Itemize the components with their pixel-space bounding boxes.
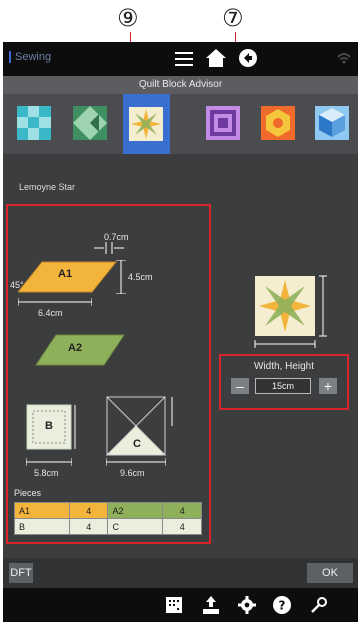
wifi-icon: [337, 53, 351, 64]
piece-a2-label: A2: [68, 342, 83, 354]
app-name[interactable]: Sewing: [9, 51, 51, 63]
a1-width-arrow: [18, 298, 92, 306]
back-icon[interactable]: [239, 49, 257, 67]
piece-key: A2: [107, 502, 164, 519]
piece-key: A1: [14, 502, 70, 519]
b-width-arrow: [26, 458, 72, 466]
a1-height-arrow: [116, 260, 126, 294]
block-selector: [3, 94, 358, 154]
piece-key: B: [14, 518, 70, 535]
action-bar: DFT OK: [3, 558, 358, 588]
piece-count: 4: [162, 518, 202, 535]
stitch-pattern-icon[interactable]: [166, 597, 182, 613]
upload-icon[interactable]: [203, 596, 219, 614]
angle-label: 45°: [10, 280, 24, 290]
table-row: B 4 C 4: [14, 518, 202, 535]
size-label: Width, Height: [253, 361, 315, 372]
c-width-label: 9.6cm: [120, 468, 145, 478]
taskbar: ?: [3, 588, 358, 622]
window-title: Quilt Block Advisor: [3, 76, 358, 94]
tools-icon[interactable]: [310, 596, 328, 614]
size-control-frame: Width, Height – 15cm +: [219, 354, 349, 410]
top-width-label: 0.7cm: [104, 232, 129, 242]
a1-width-label: 6.4cm: [38, 308, 63, 318]
size-decrease-button[interactable]: –: [231, 378, 249, 394]
piece-diagram-frame: A1 45° 0.7cm 4.5cm 6.4cm A2 B 5.8cm C 9.…: [6, 204, 211, 544]
piece-a1-label: A1: [58, 268, 73, 280]
piece-count: 4: [162, 502, 202, 519]
main-panel: Lemoyne Star A1 45° 0.7cm 4.5cm 6.4cm A2…: [3, 154, 358, 558]
piece-c-label: C: [133, 438, 141, 450]
piece-count: 4: [68, 518, 109, 535]
home-icon[interactable]: [206, 49, 226, 67]
dft-button[interactable]: DFT: [9, 563, 33, 583]
piece-key: C: [107, 518, 164, 535]
settings-icon[interactable]: [238, 596, 256, 614]
block-preview: [254, 275, 327, 348]
b-width-label: 5.8cm: [34, 468, 59, 478]
block-tumbling-blocks[interactable]: [315, 106, 349, 140]
top-width-arrows: [94, 242, 124, 254]
block-log-cabin[interactable]: [206, 106, 240, 140]
callout-9: ⑨: [117, 4, 139, 32]
piece-count: 4: [68, 502, 109, 519]
help-icon[interactable]: ?: [273, 596, 291, 614]
ok-button[interactable]: OK: [307, 563, 353, 583]
svg-text:?: ?: [279, 599, 286, 613]
piece-b-label: B: [45, 420, 53, 432]
device-screen: Sewing Quilt Block Advisor Lemoyne Star …: [3, 42, 358, 622]
pieces-label: Pieces: [14, 488, 42, 498]
block-hexagon[interactable]: [261, 106, 295, 140]
menu-icon[interactable]: [175, 52, 193, 66]
callout-7: ⑦: [222, 4, 244, 32]
pieces-table: A1 4 A2 4 B 4 C 4: [14, 502, 202, 535]
table-row: A1 4 A2 4: [14, 502, 202, 519]
size-value-field[interactable]: 15cm: [255, 378, 311, 394]
a1-height-label: 4.5cm: [128, 272, 153, 282]
c-width-arrow: [106, 458, 166, 466]
block-lemoyne-star[interactable]: [123, 94, 170, 154]
block-half-square-triangles[interactable]: [73, 106, 107, 140]
block-name: Lemoyne Star: [19, 182, 76, 192]
block-checkerboard[interactable]: [17, 106, 51, 140]
piece-c-shape: [106, 396, 173, 456]
top-bar: Sewing: [3, 42, 358, 76]
size-increase-button[interactable]: +: [319, 378, 337, 394]
